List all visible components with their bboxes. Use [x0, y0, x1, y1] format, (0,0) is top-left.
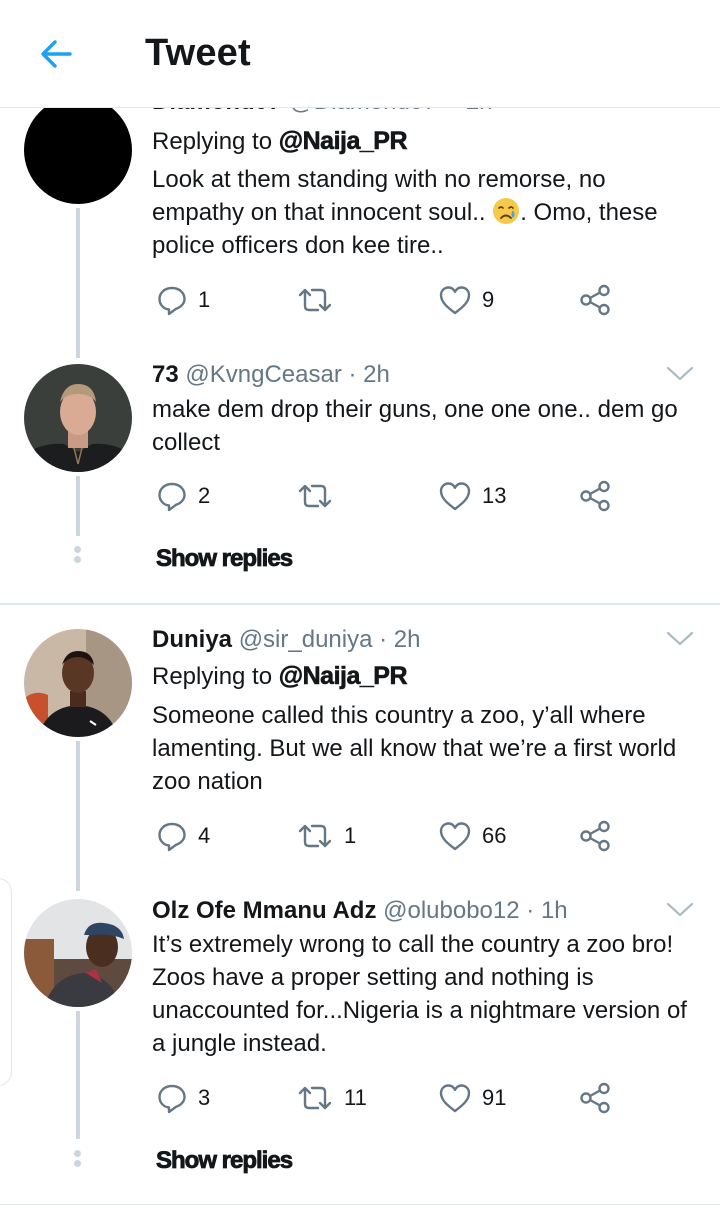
back-arrow-icon[interactable] [36, 34, 76, 74]
tweet-1-avatar[interactable] [24, 96, 132, 204]
tweet-4-actions: 3 11 91 [152, 1078, 622, 1118]
retweet-button[interactable] [296, 280, 344, 320]
mention-link[interactable]: @Naija_PR [278, 662, 407, 691]
reply-icon [158, 1084, 186, 1114]
reply-icon [158, 286, 186, 316]
retweet-icon [298, 824, 332, 848]
tweet-3-author-handle[interactable]: @sir_duniya [239, 626, 373, 653]
heart-icon [439, 482, 471, 511]
retweet-count: 1 [344, 823, 357, 848]
share-icon [580, 284, 610, 316]
retweet-button[interactable]: 1 [296, 816, 356, 856]
share-icon [580, 820, 610, 852]
like-count: 66 [482, 823, 507, 848]
tweet-3-author-name[interactable]: Duniya [152, 626, 232, 653]
thread-divider [0, 603, 720, 605]
profile-photo [24, 364, 132, 472]
retweet-count: 11 [344, 1085, 367, 1110]
reply-count: 3 [198, 1085, 211, 1110]
reply-count: 2 [198, 483, 211, 508]
thread-line [76, 1011, 80, 1139]
reply-count: 1 [198, 287, 211, 312]
like-button[interactable]: 91 [438, 1078, 506, 1118]
share-button[interactable] [578, 816, 612, 856]
tweet-1-replying-to: Replying to @Naija_PR [152, 127, 408, 156]
thread-line [76, 476, 80, 536]
thread-divider [0, 1204, 720, 1205]
tweet-2-avatar[interactable] [24, 364, 132, 472]
share-icon [580, 480, 610, 512]
chevron-down-icon[interactable] [664, 629, 696, 649]
edge-panel-handle[interactable] [0, 878, 12, 1086]
tweet-4-timestamp: · 1h [526, 897, 568, 924]
profile-photo [24, 899, 132, 1007]
reply-icon [158, 822, 186, 852]
replying-to-label: Replying to [152, 128, 273, 155]
tweet-2-author-handle[interactable]: @KvngCeasar [185, 361, 341, 388]
show-replies-link[interactable]: Show replies [156, 1147, 294, 1175]
share-button[interactable] [578, 1078, 612, 1118]
like-button[interactable]: 13 [438, 476, 506, 516]
more-replies-dots-icon [74, 1150, 82, 1170]
tweet-4-author-line[interactable]: Olz Ofe Mmanu Adz @olubobo12 · 1h [152, 897, 568, 925]
like-button[interactable]: 66 [438, 816, 506, 856]
tweet-2-actions: 2 13 [152, 476, 622, 516]
thread-line [76, 208, 80, 358]
retweet-button[interactable]: 11 [296, 1078, 367, 1118]
like-count: 13 [482, 483, 507, 508]
share-button[interactable] [578, 476, 612, 516]
thread-line [76, 741, 80, 891]
page-title: Tweet [145, 32, 251, 74]
tweet-4-avatar[interactable] [24, 899, 132, 1007]
reply-button[interactable]: 4 [156, 816, 210, 856]
show-replies-link[interactable]: Show replies [156, 545, 294, 573]
tweet-1-actions: 1 9 [152, 280, 622, 320]
share-icon [580, 1082, 610, 1114]
retweet-button[interactable] [296, 476, 344, 516]
tweet-3-timestamp: · 2h [379, 626, 421, 653]
replying-to-label: Replying to [152, 663, 273, 690]
retweet-icon [298, 1086, 332, 1110]
reply-button[interactable]: 2 [156, 476, 210, 516]
like-count: 9 [482, 287, 495, 312]
tweet-2-text: make dem drop their guns, one one one.. … [152, 396, 678, 456]
reply-button[interactable]: 1 [156, 280, 210, 320]
heart-icon [439, 286, 471, 315]
retweet-icon [298, 288, 332, 312]
tweet-2-author-line[interactable]: 73 @KvngCeasar · 2h [152, 361, 390, 389]
top-app-bar: Tweet [0, 0, 720, 108]
chevron-down-icon[interactable] [664, 364, 696, 384]
reply-count: 4 [198, 823, 211, 848]
heart-icon [439, 1084, 471, 1113]
tweet-2-author-name[interactable]: 73 [152, 361, 179, 388]
tweet-4-author-name[interactable]: Olz Ofe Mmanu Adz [152, 897, 376, 924]
tweet-3-avatar[interactable] [24, 629, 132, 737]
tweet-3-text: Someone called this country a zoo, y’all… [152, 702, 677, 795]
tweet-3-actions: 4 1 66 [152, 816, 622, 856]
chevron-down-icon[interactable] [664, 900, 696, 920]
like-count: 91 [482, 1085, 507, 1110]
retweet-icon [298, 484, 332, 508]
more-replies-dots-icon [74, 546, 82, 566]
tweet-4-text: It’s extremely wrong to call the country… [152, 931, 687, 1057]
mention-link[interactable]: @Naija_PR [278, 127, 407, 156]
heart-icon [439, 822, 471, 851]
tweet-4-author-handle[interactable]: @olubobo12 [383, 897, 519, 924]
reply-button[interactable]: 3 [156, 1078, 210, 1118]
tweet-3-author-line[interactable]: Duniya @sir_duniya · 2h [152, 626, 420, 654]
tweet-1-text: Look at them standing with no remorse, n… [152, 163, 700, 262]
profile-photo [24, 629, 132, 737]
reply-icon [158, 482, 186, 512]
tweet-2-timestamp: · 2h [348, 361, 390, 388]
tweet-3-replying-to: Replying to @Naija_PR [152, 662, 408, 691]
share-button[interactable] [578, 280, 612, 320]
like-button[interactable]: 9 [438, 280, 494, 320]
crying-face-emoji-icon [493, 198, 520, 224]
